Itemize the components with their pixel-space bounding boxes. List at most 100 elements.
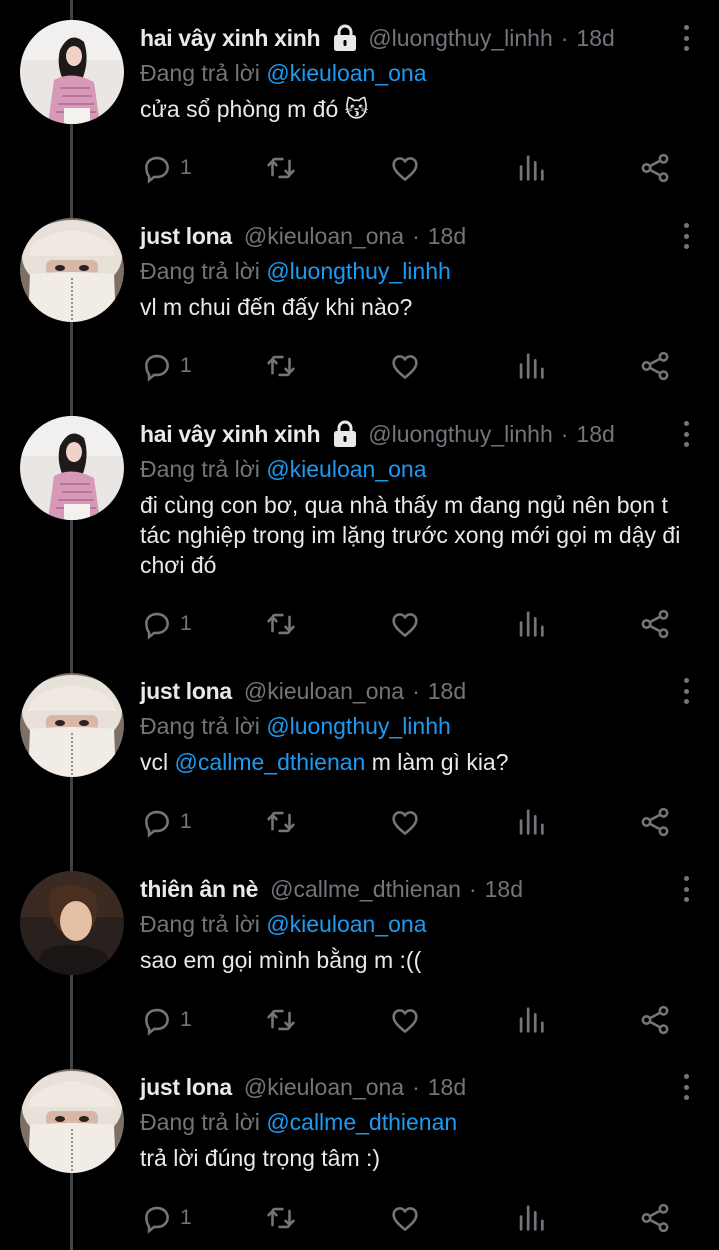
share-icon <box>638 607 672 641</box>
share-icon <box>638 151 672 185</box>
retweet-button[interactable] <box>264 148 298 188</box>
username[interactable]: @luongthuy_linhh <box>368 25 552 52</box>
tweet-text: vl m chui đến đấy khi nào? <box>140 292 695 322</box>
more-vertical-icon[interactable] <box>671 418 701 450</box>
share-icon <box>638 349 672 383</box>
display-name[interactable]: just lona <box>140 678 232 705</box>
timestamp[interactable]: 18d <box>428 223 466 250</box>
share-button[interactable] <box>638 802 672 842</box>
replying-to: Đang trả lời @callme_dthienan <box>140 1107 695 1137</box>
tweet-actions: 1 <box>140 1000 675 1040</box>
more-vertical-icon[interactable] <box>671 675 701 707</box>
retweet-button[interactable] <box>264 1198 298 1238</box>
share-icon <box>638 1003 672 1037</box>
text-fragment: vl m chui đến đấy khi nào? <box>140 294 413 320</box>
timestamp[interactable]: 18d <box>428 678 466 705</box>
heart-icon <box>388 805 422 839</box>
like-button[interactable] <box>388 802 422 842</box>
views-button[interactable] <box>514 1198 548 1238</box>
timestamp[interactable]: 18d <box>485 876 523 903</box>
reply-bubble-icon <box>140 607 174 641</box>
display-name[interactable]: hai vây xinh xinh <box>140 421 321 448</box>
analytics-icon <box>514 805 548 839</box>
views-button[interactable] <box>514 802 548 842</box>
views-button[interactable] <box>514 346 548 386</box>
like-button[interactable] <box>388 1000 422 1040</box>
like-button[interactable] <box>388 604 422 644</box>
analytics-icon <box>514 151 548 185</box>
share-button[interactable] <box>638 604 672 644</box>
timestamp[interactable]: 18d <box>428 1074 466 1101</box>
reply-button[interactable]: 1 <box>140 802 192 842</box>
reply-button[interactable]: 1 <box>140 604 192 644</box>
reply-button[interactable]: 1 <box>140 1198 192 1238</box>
timestamp[interactable]: 18d <box>576 25 614 52</box>
replying-to-mention[interactable]: @kieuloan_ona <box>266 60 426 86</box>
replying-to-mention[interactable]: @luongthuy_linhh <box>266 713 450 739</box>
replying-to-mention[interactable]: @luongthuy_linhh <box>266 258 450 284</box>
text-fragment: đi cùng con bơ, qua nhà thấy m đang ngủ … <box>140 492 681 578</box>
display-name[interactable]: thiên ân nè <box>140 876 258 903</box>
avatar[interactable] <box>20 673 124 777</box>
display-name[interactable]: just lona <box>140 1074 232 1101</box>
text-mention-link[interactable]: @callme_dthienan <box>175 749 366 775</box>
retweet-button[interactable] <box>264 604 298 644</box>
retweet-icon <box>264 151 298 185</box>
avatar[interactable] <box>20 20 124 124</box>
analytics-icon <box>514 349 548 383</box>
retweet-icon <box>264 607 298 641</box>
views-button[interactable] <box>514 604 548 644</box>
reply-button[interactable]: 1 <box>140 1000 192 1040</box>
replying-to-mention[interactable]: @kieuloan_ona <box>266 456 426 482</box>
like-button[interactable] <box>388 1198 422 1238</box>
avatar[interactable] <box>20 218 124 322</box>
more-vertical-icon[interactable] <box>671 220 701 252</box>
avatar[interactable] <box>20 1069 124 1173</box>
like-button[interactable] <box>388 346 422 386</box>
more-vertical-icon[interactable] <box>671 1071 701 1103</box>
username[interactable]: @kieuloan_ona <box>244 223 404 250</box>
timestamp[interactable]: 18d <box>576 421 614 448</box>
share-button[interactable] <box>638 1198 672 1238</box>
username[interactable]: @luongthuy_linhh <box>368 421 552 448</box>
tweet-body: hai vây xinh xinh @luongthuy_linhh · 18d Đan… <box>140 20 695 124</box>
tweet-body: hai vây xinh xinh @luongthuy_linhh · 18d Đan… <box>140 416 695 580</box>
retweet-button[interactable] <box>264 802 298 842</box>
reply-bubble-icon <box>140 805 174 839</box>
display-name[interactable]: just lona <box>140 223 232 250</box>
text-fragment: cửa sổ phòng m đó 😽 <box>140 96 369 122</box>
heart-icon <box>388 1003 422 1037</box>
avatar[interactable] <box>20 871 124 975</box>
more-vertical-icon[interactable] <box>671 873 701 905</box>
share-button[interactable] <box>638 1000 672 1040</box>
username[interactable]: @callme_dthienan <box>270 876 461 903</box>
views-button[interactable] <box>514 1000 548 1040</box>
reply-bubble-icon <box>140 151 174 185</box>
like-button[interactable] <box>388 148 422 188</box>
separator-dot: · <box>468 875 477 902</box>
reply-bubble-icon <box>140 1003 174 1037</box>
replying-to-label: Đang trả lời <box>140 713 260 739</box>
reply-button[interactable]: 1 <box>140 346 192 386</box>
views-button[interactable] <box>514 148 548 188</box>
avatar[interactable] <box>20 416 124 520</box>
tweet-header: thiên ân nè @callme_dthienan · 18d <box>140 871 695 907</box>
tweet-header: hai vây xinh xinh @luongthuy_linhh · 18d <box>140 20 695 56</box>
replying-to-mention[interactable]: @kieuloan_ona <box>266 911 426 937</box>
retweet-button[interactable] <box>264 346 298 386</box>
reply-bubble-icon <box>140 1201 174 1235</box>
more-vertical-icon[interactable] <box>671 22 701 54</box>
username[interactable]: @kieuloan_ona <box>244 678 404 705</box>
username[interactable]: @kieuloan_ona <box>244 1074 404 1101</box>
reply-button[interactable]: 1 <box>140 148 192 188</box>
retweet-button[interactable] <box>264 1000 298 1040</box>
separator-dot: · <box>412 222 420 249</box>
replying-to-label: Đang trả lời <box>140 60 260 86</box>
share-button[interactable] <box>638 148 672 188</box>
display-name[interactable]: hai vây xinh xinh <box>140 25 321 52</box>
replying-to-mention[interactable]: @callme_dthienan <box>266 1109 457 1135</box>
separator-dot: · <box>412 677 420 704</box>
share-button[interactable] <box>638 346 672 386</box>
reply-count: 1 <box>180 1008 192 1031</box>
reply-count: 1 <box>180 156 192 179</box>
